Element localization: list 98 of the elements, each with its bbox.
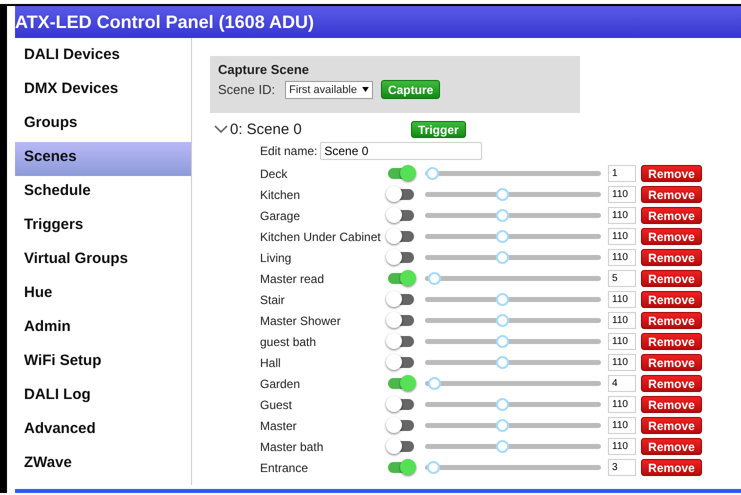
toggle-switch[interactable] <box>388 420 414 431</box>
caret-icon <box>362 87 369 92</box>
value-field[interactable]: 4 <box>608 375 636 392</box>
toggle-switch[interactable] <box>388 231 414 242</box>
chevron-icon[interactable] <box>214 124 228 134</box>
channel-name: Kitchen <box>260 188 302 202</box>
value-field[interactable]: 110 <box>608 291 636 308</box>
toggle-switch[interactable] <box>388 357 414 368</box>
slider-thumb[interactable] <box>496 419 509 432</box>
slider-thumb[interactable] <box>496 209 509 222</box>
channel-name: Guest <box>260 398 294 412</box>
sidebar-item[interactable]: Virtual Groups <box>15 244 191 278</box>
channel-name: Hall <box>260 356 282 370</box>
scene-id-dropdown[interactable]: First available <box>285 80 373 98</box>
channel-name: Stair <box>260 292 286 306</box>
toggle-switch[interactable] <box>388 462 414 473</box>
slider-thumb[interactable] <box>496 188 509 201</box>
section-title: Capture Scene <box>218 62 310 77</box>
slider-thumb[interactable] <box>496 356 509 369</box>
value-field[interactable]: 110 <box>608 207 636 224</box>
value-field[interactable]: 5 <box>608 270 636 287</box>
channel-name: Garden <box>260 376 302 390</box>
slider-thumb[interactable] <box>496 440 509 453</box>
remove-button[interactable]: Remove <box>641 291 702 308</box>
value-field[interactable]: 1 <box>608 165 636 182</box>
slider-thumb[interactable] <box>496 293 509 306</box>
field-label: Scene ID: <box>218 82 276 97</box>
remove-button[interactable]: Remove <box>641 312 702 329</box>
slider-thumb[interactable] <box>496 230 509 243</box>
slider-thumb[interactable] <box>496 398 509 411</box>
channel-name: Deck <box>260 166 288 180</box>
trigger-button[interactable]: Trigger <box>411 120 466 138</box>
slider-thumb[interactable] <box>426 461 440 474</box>
sidebar-item[interactable]: Admin <box>15 312 191 346</box>
channel-name: Master <box>260 418 298 432</box>
value-field[interactable]: 110 <box>608 312 636 329</box>
channel-name: Kitchen Under Cabinet <box>260 230 382 244</box>
toggle-switch[interactable] <box>388 294 414 305</box>
toggle-switch[interactable] <box>388 252 414 263</box>
channel-name: Master bath <box>260 440 324 454</box>
remove-button[interactable]: Remove <box>641 333 702 350</box>
toggle-switch[interactable] <box>388 378 414 389</box>
slider-thumb[interactable] <box>496 251 509 264</box>
channel-name: Master Shower <box>260 314 342 328</box>
toggle-switch[interactable] <box>388 210 414 221</box>
sidebar-item[interactable]: Hue <box>15 278 191 312</box>
remove-button[interactable]: Remove <box>641 228 702 245</box>
toggle-switch[interactable] <box>388 273 414 284</box>
remove-button[interactable]: Remove <box>641 249 702 266</box>
remove-button[interactable]: Remove <box>641 396 702 413</box>
value-field[interactable]: 110 <box>608 333 636 350</box>
field-label: Edit name: <box>260 144 318 158</box>
value-field[interactable]: 110 <box>608 396 636 413</box>
slider-thumb[interactable] <box>426 167 439 180</box>
remove-button[interactable]: Remove <box>641 438 702 455</box>
toggle-switch[interactable] <box>388 168 414 179</box>
toggle-switch[interactable] <box>388 315 414 326</box>
scene-title: 0: Scene 0 <box>230 120 303 138</box>
sidebar-item[interactable]: DALI Devices <box>15 40 191 74</box>
channel-name: Entrance <box>260 460 310 474</box>
channel-name: Garage <box>260 208 302 222</box>
channel-name: Living <box>260 250 292 264</box>
sidebar-item[interactable]: Triggers <box>15 210 191 244</box>
channel-name: guest bath <box>260 334 318 348</box>
sidebar-item[interactable]: ZWave <box>15 448 191 482</box>
remove-button[interactable]: Remove <box>641 186 702 203</box>
app-title: ATX-LED Control Panel (1608 ADU) <box>15 12 314 32</box>
remove-button[interactable]: Remove <box>641 354 702 371</box>
toggle-switch[interactable] <box>388 189 414 200</box>
value-field[interactable]: 110 <box>608 417 636 434</box>
remove-button[interactable]: Remove <box>641 165 702 182</box>
channel-name: Master read <box>260 272 326 286</box>
sidebar-item[interactable]: Scenes <box>15 142 191 176</box>
sidebar-item[interactable]: Groups <box>15 108 191 142</box>
value-field[interactable]: 3 <box>608 459 636 476</box>
remove-button[interactable]: Remove <box>641 417 702 434</box>
value-field[interactable]: 110 <box>608 249 636 266</box>
slider-thumb[interactable] <box>428 272 442 285</box>
toggle-switch[interactable] <box>388 399 414 410</box>
toggle-switch[interactable] <box>388 441 414 452</box>
sidebar-item[interactable]: Advanced <box>15 414 191 448</box>
sidebar-item[interactable]: Schedule <box>15 176 191 210</box>
remove-button[interactable]: Remove <box>641 459 702 476</box>
toggle-switch[interactable] <box>388 336 414 347</box>
sidebar-item[interactable]: WiFi Setup <box>15 346 191 380</box>
remove-button[interactable]: Remove <box>641 375 702 392</box>
remove-button[interactable]: Remove <box>641 270 702 287</box>
name-field[interactable]: Scene 0 <box>320 142 482 160</box>
slider-thumb[interactable] <box>496 335 509 348</box>
remove-button[interactable]: Remove <box>641 207 702 224</box>
sidebar-item[interactable]: DMX Devices <box>15 74 191 108</box>
slider-thumb[interactable] <box>428 377 441 390</box>
value-field[interactable]: 110 <box>608 228 636 245</box>
value-field[interactable]: 110 <box>608 186 636 203</box>
sidebar-item[interactable]: DALI Log <box>15 380 191 414</box>
value-field[interactable]: 110 <box>608 438 636 455</box>
slider-thumb[interactable] <box>496 314 509 327</box>
value-field[interactable]: 110 <box>608 354 636 371</box>
